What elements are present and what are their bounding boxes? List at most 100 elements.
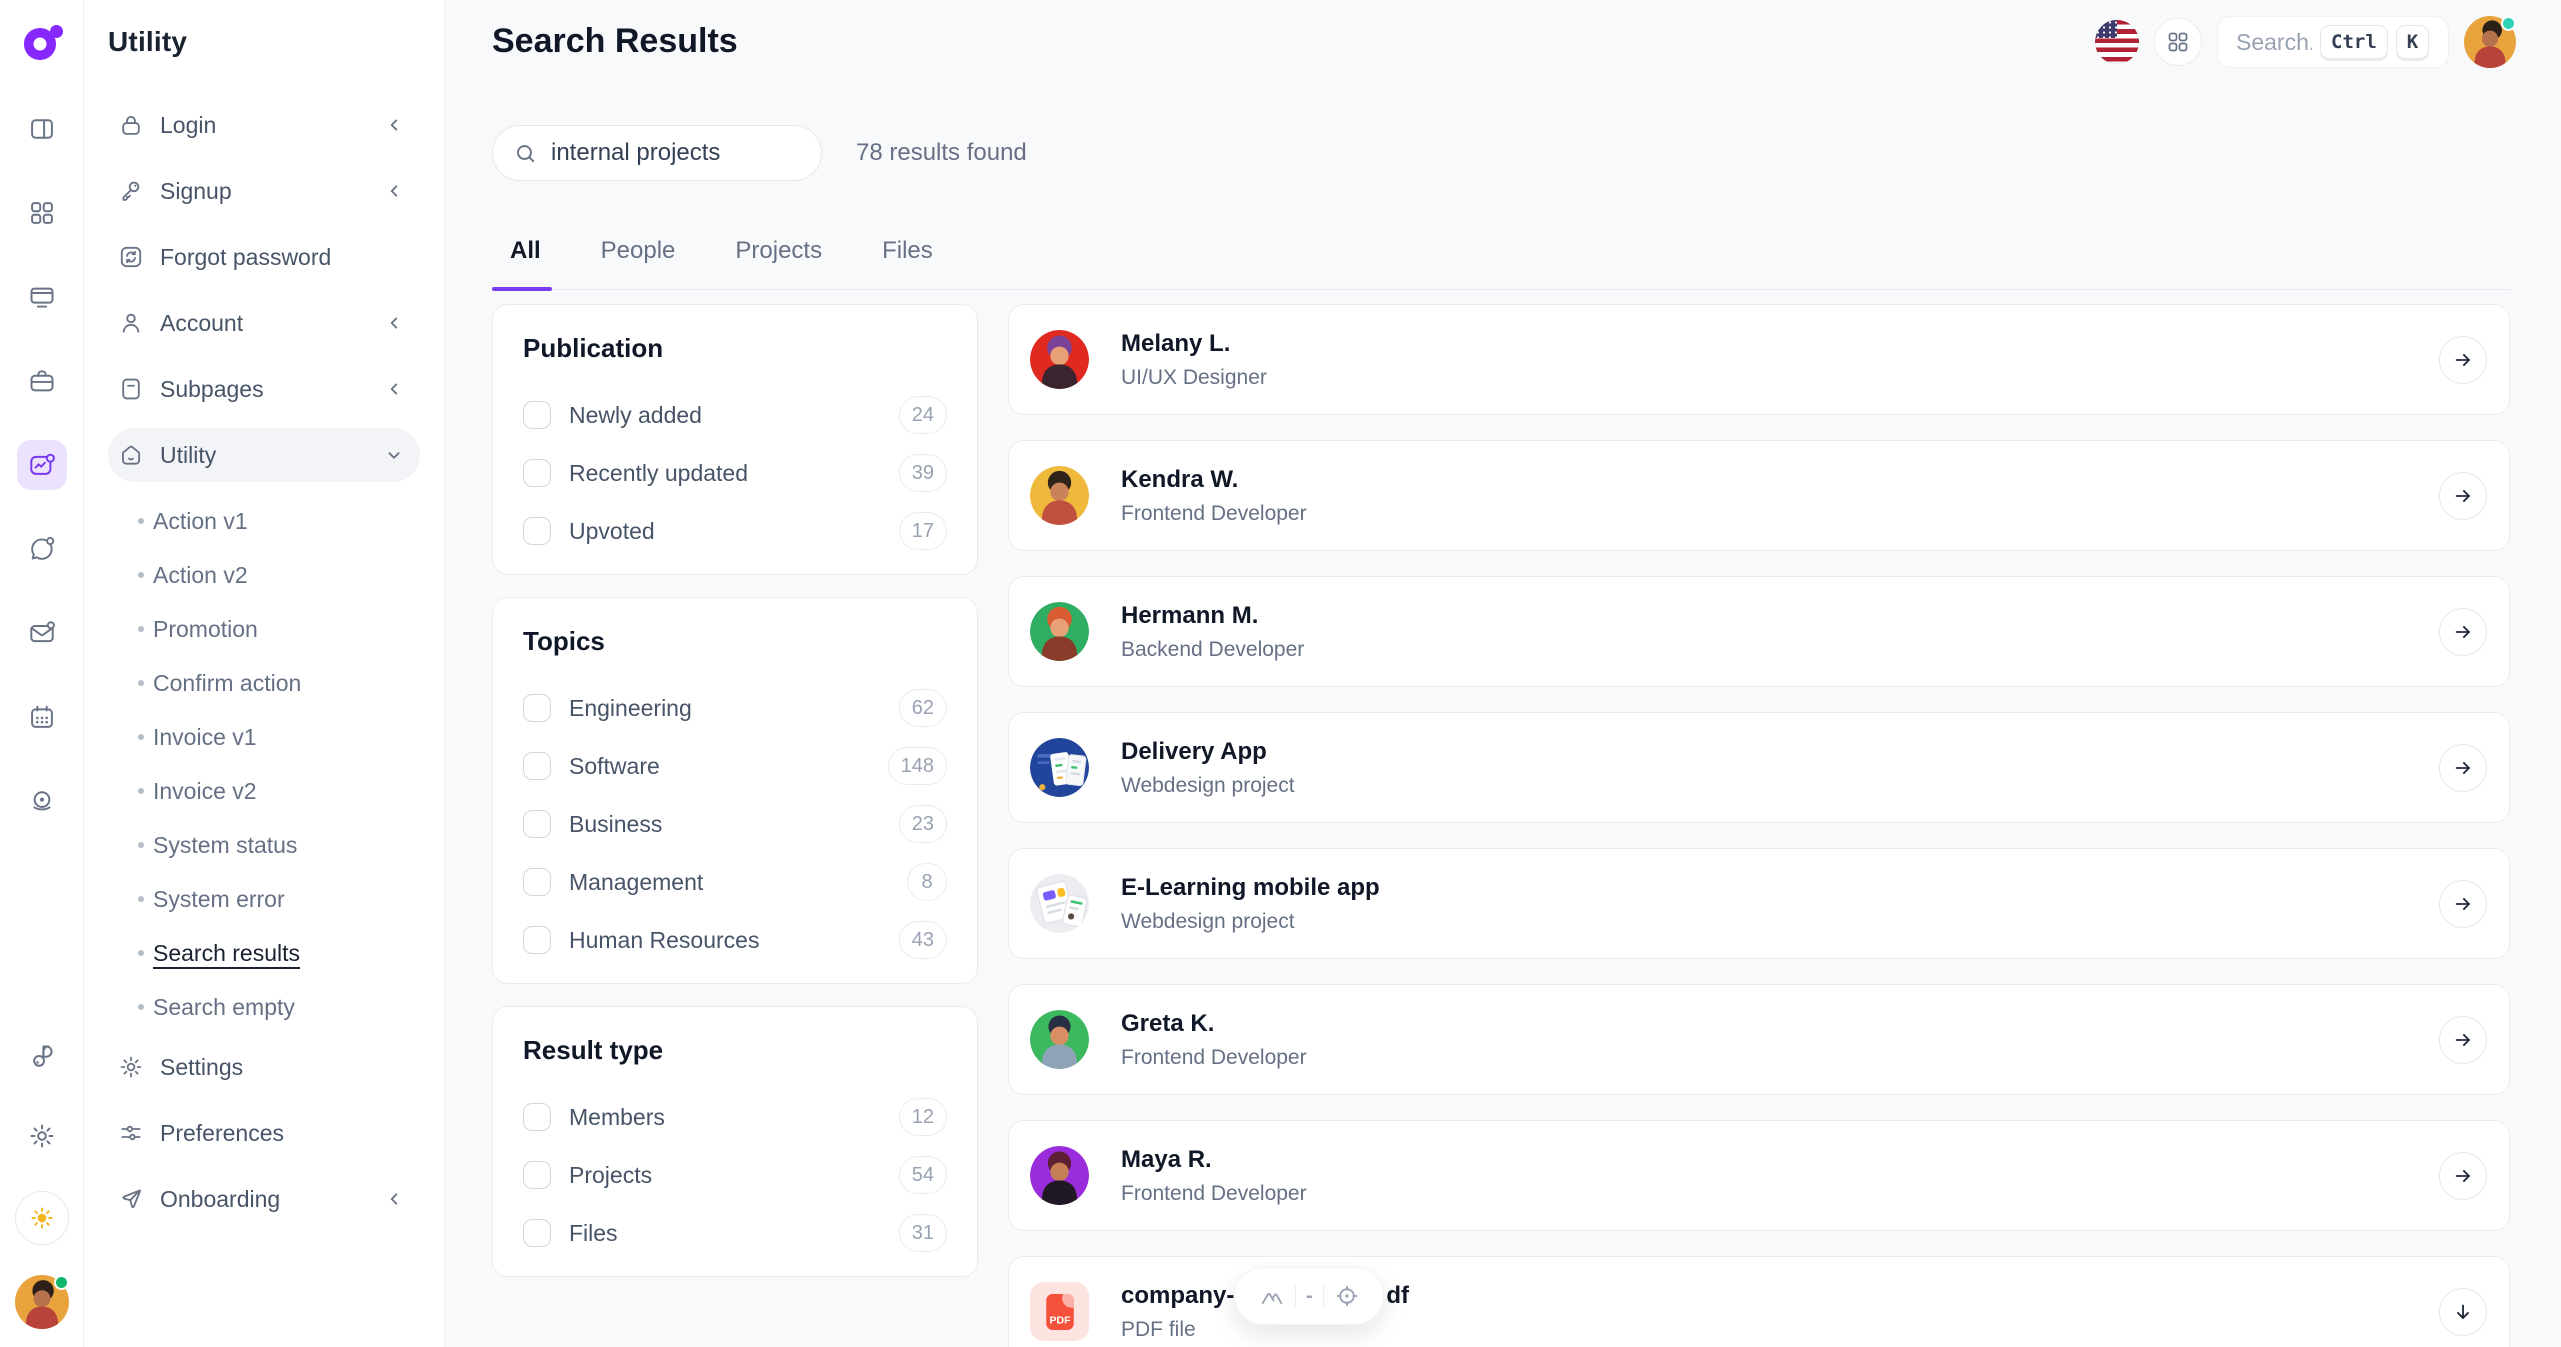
mountains-image-icon[interactable] — [1259, 1283, 1285, 1309]
sidebar-item-subpages[interactable]: Subpages — [108, 362, 420, 416]
sliders-icon — [118, 1120, 144, 1146]
sidebar-item-account[interactable]: Account — [108, 296, 420, 350]
filter-option: Recently updated 39 — [523, 444, 947, 502]
count-badge: 12 — [899, 1098, 947, 1136]
bullet-dot — [138, 896, 144, 902]
file-icon — [118, 376, 144, 402]
filename-prefix: company- — [1121, 1281, 1234, 1311]
tracker-icon[interactable] — [17, 776, 67, 826]
open-result-button[interactable] — [2439, 1016, 2487, 1064]
global-search-input[interactable] — [2236, 29, 2312, 56]
filename-suffix: df — [1386, 1281, 1409, 1311]
sidebar-subitem-invoice-v1[interactable]: Invoice v1 — [108, 710, 420, 764]
apps-grid-icon[interactable] — [17, 188, 67, 238]
topbar-user-avatar[interactable] — [2464, 16, 2516, 68]
open-result-button[interactable] — [2439, 744, 2487, 792]
apps-grid-icon — [2166, 30, 2190, 54]
settings-gear-icon[interactable] — [17, 1111, 67, 1161]
theme-toggle-sun-icon[interactable] — [15, 1191, 69, 1245]
dash-label: - — [1306, 1281, 1313, 1311]
sidebar-item-label: Preferences — [160, 1120, 405, 1147]
download-result-button[interactable] — [2439, 1288, 2487, 1336]
open-result-button[interactable] — [2439, 1152, 2487, 1200]
filter-title: Topics — [523, 626, 947, 657]
bullet-dot — [138, 734, 144, 740]
tab-files[interactable]: Files — [882, 237, 933, 265]
result-row-hermann: Hermann M. Backend Developer — [1008, 576, 2510, 687]
avatar — [1030, 1146, 1089, 1205]
sidebar-item-onboarding[interactable]: Onboarding — [108, 1172, 420, 1226]
crosshair-target-icon[interactable] — [1334, 1283, 1360, 1309]
chevron-left-icon — [383, 312, 405, 334]
tab-people[interactable]: People — [601, 237, 676, 265]
rail-user-avatar[interactable] — [15, 1275, 69, 1329]
topbar: Ctrl K — [2095, 16, 2516, 68]
bullet-dot — [138, 572, 144, 578]
sidebar-subitem-system-status[interactable]: System status — [108, 818, 420, 872]
bullet-dot — [138, 680, 144, 686]
sidebar-item-forgot-password[interactable]: Forgot password — [108, 230, 420, 284]
panels-icon[interactable] — [17, 104, 67, 154]
open-result-button[interactable] — [2439, 472, 2487, 520]
utility-sub-list: Action v1 Action v2 Promotion Confirm ac… — [108, 494, 420, 1034]
bullet-dot — [138, 626, 144, 632]
checkbox-newly-added[interactable] — [523, 401, 551, 429]
open-result-button[interactable] — [2439, 880, 2487, 928]
paper-plane-icon — [118, 1186, 144, 1212]
sidebar-subitem-invoice-v2[interactable]: Invoice v2 — [108, 764, 420, 818]
sidebar-item-settings[interactable]: Settings — [108, 1040, 420, 1094]
result-tabs: All People Projects Files — [492, 237, 2510, 290]
avatar — [1030, 466, 1089, 525]
results-search-field — [492, 125, 822, 181]
sidebar-subitem-system-error[interactable]: System error — [108, 872, 420, 926]
mail-icon[interactable] — [17, 608, 67, 658]
sidebar-subitem-search-empty[interactable]: Search empty — [108, 980, 420, 1034]
sidebar-subitem-action-v2[interactable]: Action v2 — [108, 548, 420, 602]
checkbox-members[interactable] — [523, 1103, 551, 1131]
analytics-chart-icon[interactable] — [17, 440, 67, 490]
checkbox-business[interactable] — [523, 810, 551, 838]
result-subtitle: Frontend Developer — [1121, 1046, 2439, 1070]
sidebar-item-preferences[interactable]: Preferences — [108, 1106, 420, 1160]
checkbox-upvoted[interactable] — [523, 517, 551, 545]
filter-title: Publication — [523, 333, 947, 364]
result-row-elearning-app: E-Learning mobile app Webdesign project — [1008, 848, 2510, 959]
sidebar-item-login[interactable]: Login — [108, 98, 420, 152]
sidebar-subitem-confirm-action[interactable]: Confirm action — [108, 656, 420, 710]
brand-logo-icon[interactable] — [18, 22, 66, 70]
sidebar-subitem-promotion[interactable]: Promotion — [108, 602, 420, 656]
result-title: E-Learning mobile app — [1121, 873, 2439, 903]
open-result-button[interactable] — [2439, 608, 2487, 656]
sidebar-item-signup[interactable]: Signup — [108, 164, 420, 218]
main-content: Ctrl K Search Results 78 results found A… — [445, 0, 2561, 1347]
checkbox-management[interactable] — [523, 868, 551, 896]
banner-card-icon[interactable] — [17, 272, 67, 322]
app-root: Utility Login Signup Forgot password Acc… — [0, 0, 2561, 1347]
checkbox-files[interactable] — [523, 1219, 551, 1247]
sidebar-item-label: Account — [160, 310, 383, 337]
briefcase-icon[interactable] — [17, 356, 67, 406]
apps-launcher-button[interactable] — [2154, 18, 2202, 66]
filter-card-publication: Publication Newly added 24 Recently upda… — [492, 304, 978, 575]
language-flag-icon[interactable] — [2095, 20, 2139, 64]
search-query-input[interactable] — [551, 139, 861, 167]
result-subtitle: Webdesign project — [1121, 910, 2439, 934]
open-result-button[interactable] — [2439, 336, 2487, 384]
tab-projects[interactable]: Projects — [735, 237, 822, 265]
design-shapes-icon[interactable] — [17, 1031, 67, 1081]
result-subtitle: Frontend Developer — [1121, 1182, 2439, 1206]
calendar-icon[interactable] — [17, 692, 67, 742]
checkbox-human-resources[interactable] — [523, 926, 551, 954]
result-title: Maya R. — [1121, 1145, 2439, 1175]
chat-bubble-icon[interactable] — [17, 524, 67, 574]
checkbox-software[interactable] — [523, 752, 551, 780]
checkbox-projects[interactable] — [523, 1161, 551, 1189]
checkbox-recently-updated[interactable] — [523, 459, 551, 487]
sidebar-subitem-search-results[interactable]: Search results — [108, 926, 420, 980]
sidebar-subitem-action-v1[interactable]: Action v1 — [108, 494, 420, 548]
checkbox-engineering[interactable] — [523, 694, 551, 722]
result-title: company- - df — [1121, 1281, 2439, 1311]
sidebar-item-utility[interactable]: Utility — [108, 428, 420, 482]
tab-all[interactable]: All — [510, 237, 541, 265]
avatar — [1030, 330, 1089, 389]
